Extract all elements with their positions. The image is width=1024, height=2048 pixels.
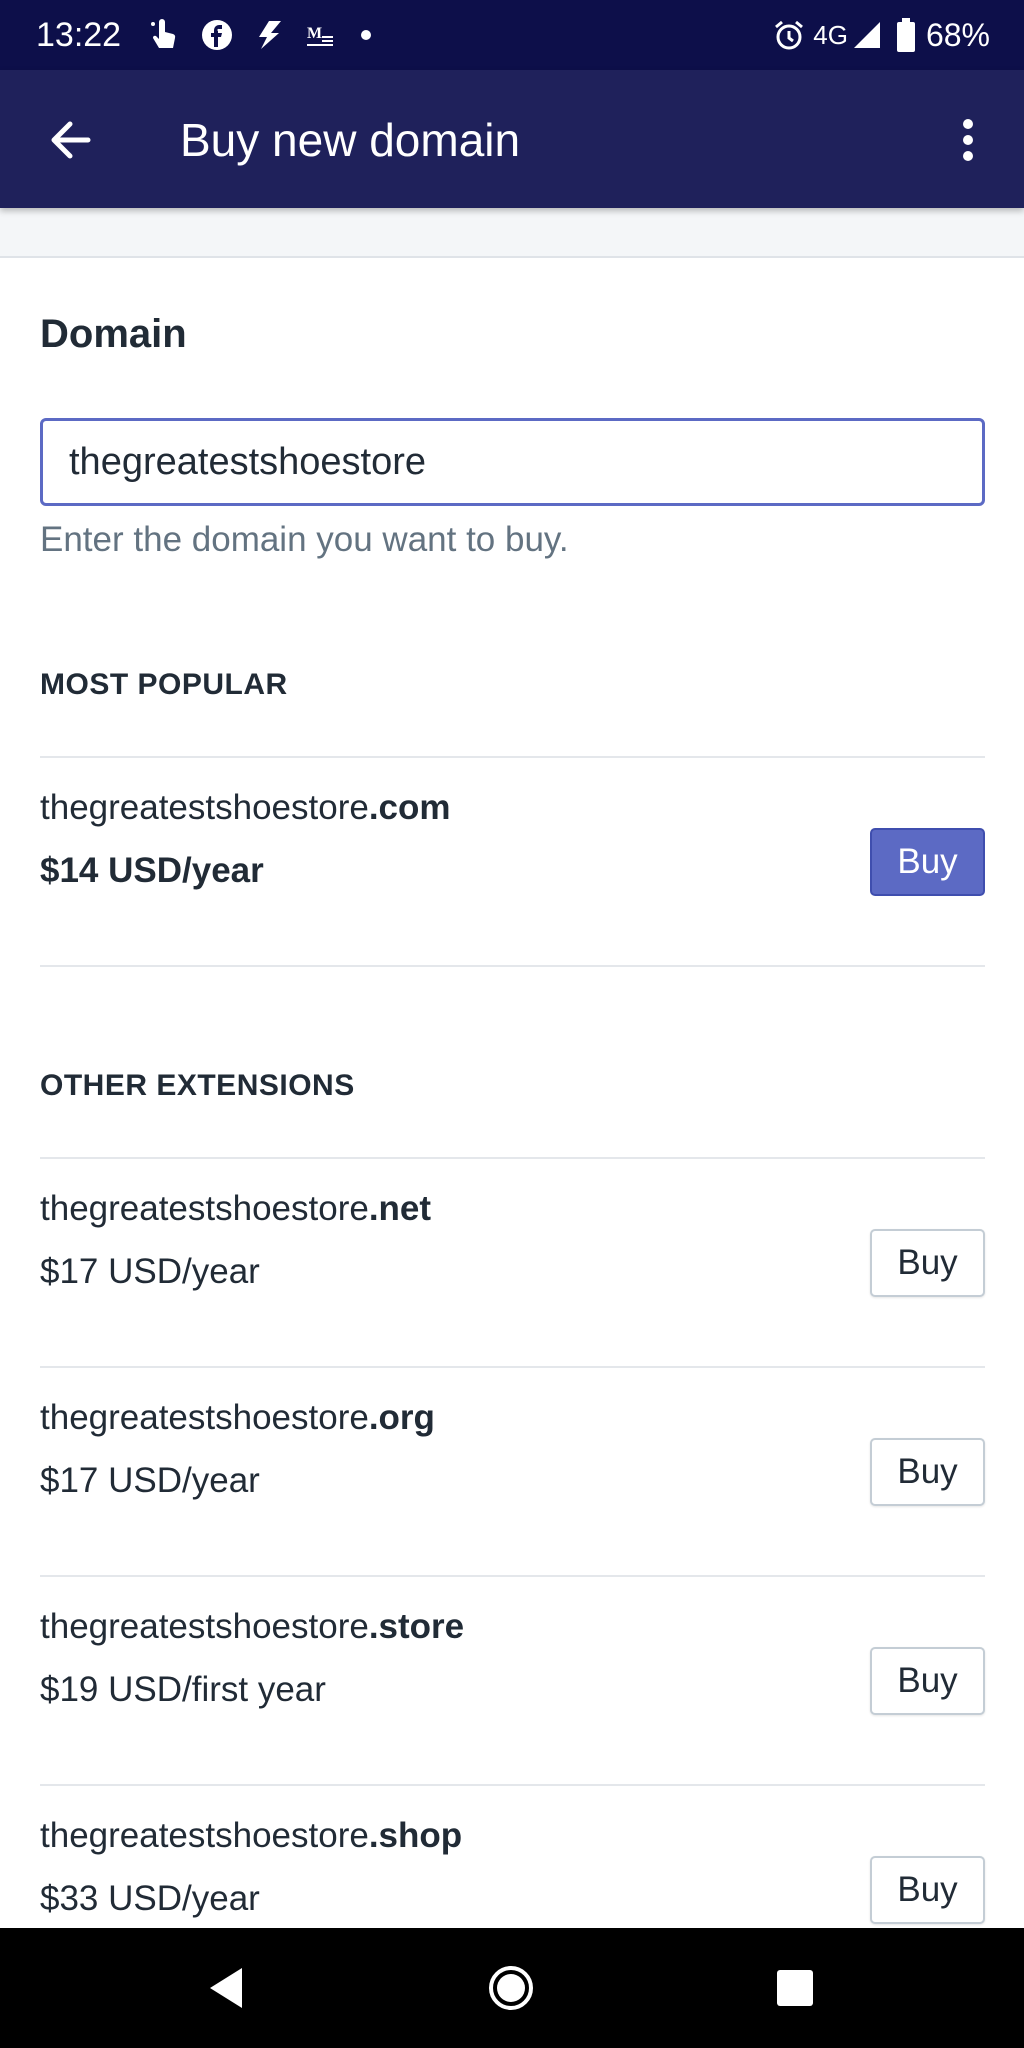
battery-percent: 68% (925, 16, 990, 53)
domain-row-org: thegreatestshoestore.org $17 USD/year Bu… (40, 1368, 985, 1574)
status-left: 13:22 M (36, 15, 372, 55)
domain-extension: .org (368, 1398, 435, 1437)
gmail-icon: M (305, 22, 335, 48)
domain-name: thegreatestshoestore.shop (40, 1816, 462, 1856)
domain-extension: .store (368, 1607, 465, 1646)
domain-row-store: thegreatestshoestore.store $19 USD/first… (40, 1577, 985, 1783)
domain-row-net: thegreatestshoestore.net $17 USD/year Bu… (40, 1159, 985, 1365)
back-triangle-icon (210, 1968, 242, 2008)
alarm-icon (773, 19, 805, 51)
facebook-icon (201, 19, 233, 51)
system-nav-bar (0, 1928, 1024, 2048)
domain-extension: .net (368, 1189, 432, 1228)
touch-icon (149, 18, 179, 52)
section-most-popular: MOST POPULAR (40, 668, 288, 701)
domain-name: thegreatestshoestore.com (40, 788, 451, 828)
domain-name: thegreatestshoestore.org (40, 1398, 435, 1438)
domain-input[interactable] (40, 418, 985, 506)
domain-base: thegreatestshoestore (40, 1398, 369, 1437)
domain-name: thegreatestshoestore.store (40, 1607, 464, 1647)
domain-base: thegreatestshoestore (40, 1816, 369, 1855)
domain-name: thegreatestshoestore.net (40, 1189, 431, 1229)
home-circle-icon (489, 1966, 533, 2010)
buy-button-net[interactable]: Buy (870, 1229, 985, 1297)
network-label: 4G (813, 19, 848, 50)
nav-home-button[interactable] (481, 1958, 541, 2018)
nav-recents-button[interactable] (765, 1958, 825, 2018)
domain-base: thegreatestshoestore (40, 788, 369, 827)
signal-icon (852, 20, 882, 50)
page-title: Buy new domain (180, 114, 521, 166)
back-button[interactable] (44, 114, 96, 166)
domain-base: thegreatestshoestore (40, 1607, 369, 1646)
svg-text:M: M (307, 25, 322, 42)
domain-label: Domain (40, 312, 187, 356)
domain-price: $33 USD/year (40, 1879, 260, 1918)
domain-price: $14 USD/year (40, 851, 264, 890)
section-other-extensions: OTHER EXTENSIONS (40, 1069, 355, 1102)
domain-row-popular: thegreatestshoestore.com $14 USD/year Bu… (40, 758, 985, 964)
recents-square-icon (777, 1970, 813, 2006)
buy-button-store[interactable]: Buy (870, 1647, 985, 1715)
domain-price: $19 USD/first year (40, 1670, 326, 1709)
status-right: 4G 68% (773, 17, 990, 54)
buy-button-shop[interactable]: Buy (870, 1856, 985, 1924)
more-options-button[interactable] (938, 110, 998, 170)
arrow-left-icon (51, 121, 91, 159)
status-bar: 13:22 M 4G 68% (0, 0, 1024, 70)
domain-extension: .shop (368, 1816, 463, 1855)
header-band (0, 208, 1024, 258)
domain-base: thegreatestshoestore (40, 1189, 369, 1228)
domain-extension: .com (368, 788, 451, 827)
buy-button-org[interactable]: Buy (870, 1438, 985, 1506)
battery-icon (896, 18, 916, 52)
divider (40, 965, 985, 967)
app-bar: Buy new domain (0, 70, 1024, 208)
dot-icon (361, 30, 372, 40)
buy-button-com[interactable]: Buy (870, 828, 985, 896)
thunder-icon (255, 19, 283, 51)
more-vertical-icon (963, 119, 973, 161)
status-time: 13:22 (36, 15, 122, 54)
domain-price: $17 USD/year (40, 1252, 260, 1291)
domain-help-text: Enter the domain you want to buy. (40, 520, 569, 559)
nav-back-button[interactable] (196, 1958, 256, 2018)
domain-price: $17 USD/year (40, 1461, 260, 1500)
